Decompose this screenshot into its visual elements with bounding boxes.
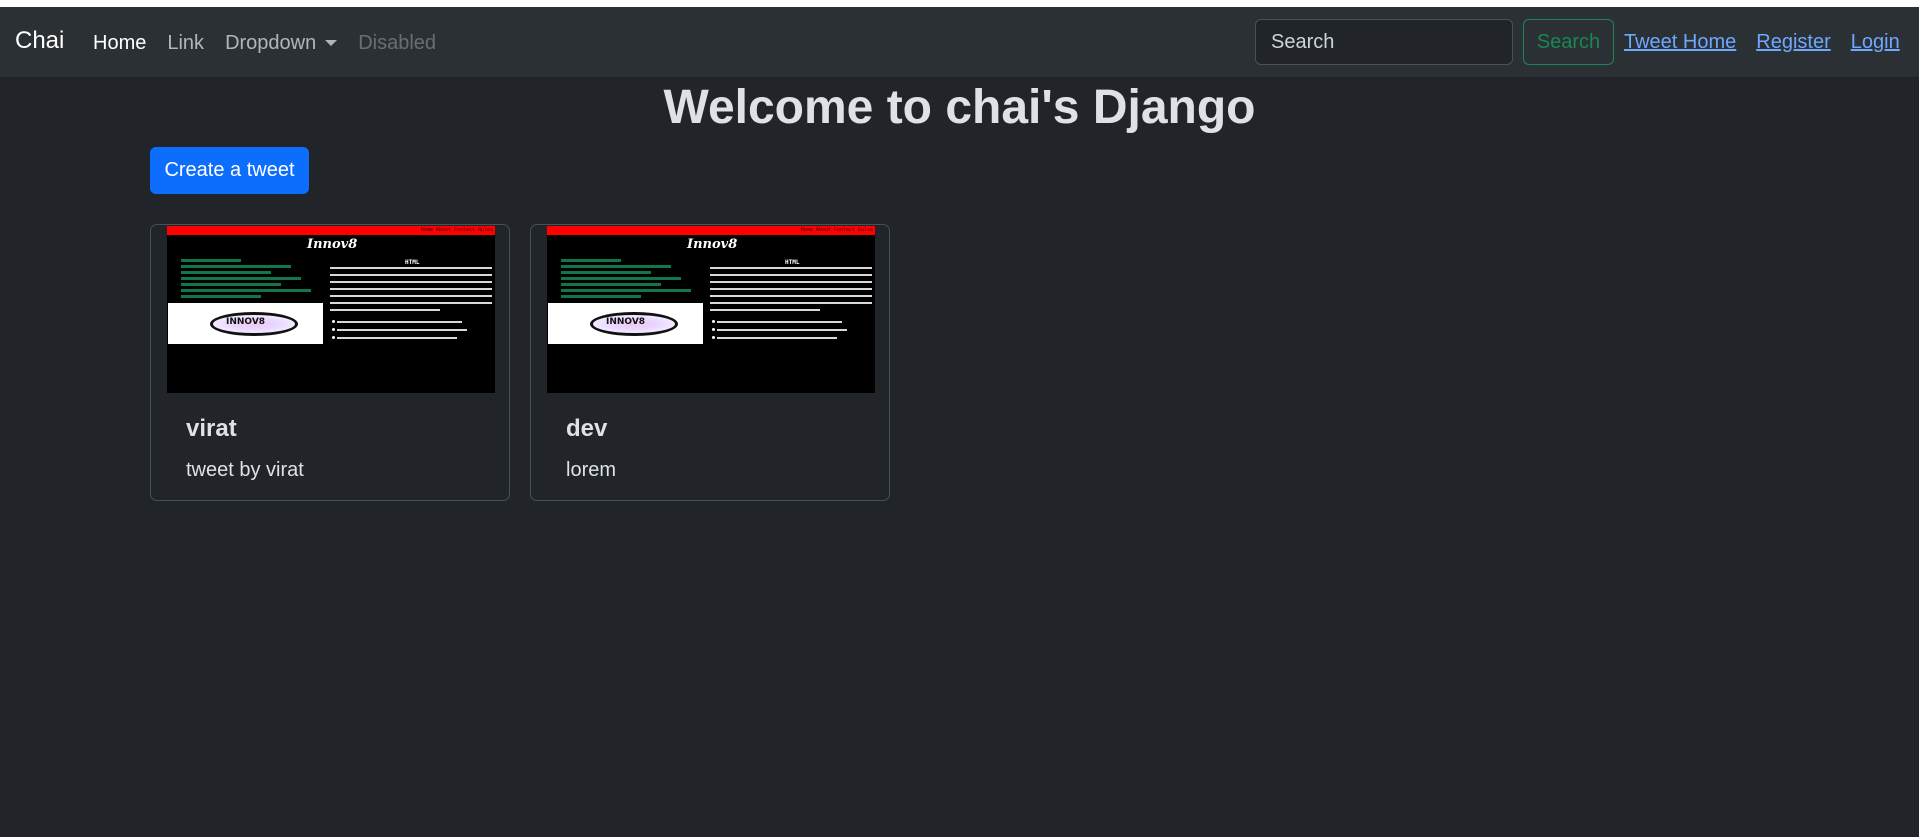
- thumb-bullet-list: [332, 320, 487, 345]
- auth-links: Tweet Home Register Login: [1624, 28, 1919, 56]
- card-title: dev: [566, 415, 608, 442]
- nav-link-disabled: Disabled: [358, 32, 437, 54]
- nav-dropdown[interactable]: Dropdown: [225, 29, 338, 57]
- thumb-bullet-list: [712, 320, 867, 345]
- thumb-logo: Innov8: [307, 237, 358, 252]
- tweet-home-link[interactable]: Tweet Home: [1624, 28, 1736, 56]
- register-link[interactable]: Register: [1756, 28, 1830, 56]
- thumb-logo: Innov8: [687, 237, 738, 252]
- tweet-image: Home About Contact Rules Innov8 INNOV8 H…: [167, 226, 495, 393]
- tweet-card: Home About Contact Rules Innov8 INNOV8 H…: [150, 224, 510, 501]
- thumb-heading: HTML: [785, 259, 800, 266]
- thumb-paragraph: [710, 267, 872, 316]
- nav-link-home[interactable]: Home: [93, 29, 146, 57]
- thumb-nav-text: Home About Contact Rules: [420, 227, 493, 233]
- brand-logo[interactable]: Chai: [15, 25, 64, 57]
- nav-dropdown-label: Dropdown: [225, 32, 317, 54]
- chevron-down-icon: [325, 40, 338, 46]
- card-title: virat: [186, 415, 237, 442]
- page-title: Welcome to chai's Django: [663, 81, 1256, 134]
- create-tweet-button[interactable]: Create a tweet: [150, 147, 309, 194]
- thumb-paragraph: [330, 267, 492, 316]
- search-button[interactable]: Search: [1523, 19, 1614, 65]
- window-top-strip: [0, 0, 1919, 7]
- thumb-nav-text: Home About Contact Rules: [800, 227, 873, 233]
- login-link[interactable]: Login: [1851, 28, 1900, 56]
- nav-link-link[interactable]: Link: [167, 29, 204, 57]
- nav-links: Home Link Dropdown Disabled: [93, 29, 457, 57]
- navbar: Chai Home Link Dropdown Disabled Search …: [0, 7, 1919, 77]
- search-input[interactable]: [1255, 19, 1513, 65]
- thumb-code-background: [547, 256, 702, 301]
- card-text: tweet by virat: [186, 459, 304, 481]
- thumb-banner: INNOV8: [168, 303, 323, 344]
- tweet-image: Home About Contact Rules Innov8 INNOV8 H…: [547, 226, 875, 393]
- thumb-code-background: [167, 256, 322, 301]
- thumb-heading: HTML: [405, 259, 420, 266]
- tweet-card: Home About Contact Rules Innov8 INNOV8 H…: [530, 224, 890, 501]
- thumb-banner: INNOV8: [548, 303, 703, 344]
- card-text: lorem: [566, 459, 617, 481]
